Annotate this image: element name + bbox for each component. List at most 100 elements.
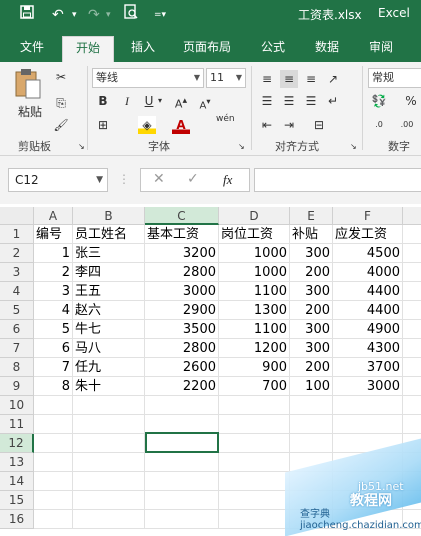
insert-function-button[interactable]: fx [223, 172, 232, 188]
cell[interactable]: 300 [290, 244, 333, 263]
align-center-icon[interactable]: ☰ [280, 92, 298, 110]
cell[interactable]: 1 [34, 244, 73, 263]
cell[interactable]: 100 [290, 377, 333, 396]
column-header-f[interactable]: F [333, 207, 403, 225]
row-header[interactable]: 7 [0, 339, 34, 358]
decrease-decimal-icon[interactable]: .00 [398, 116, 416, 134]
cell[interactable] [403, 244, 421, 263]
cell[interactable]: 朱十 [73, 377, 145, 396]
cell[interactable] [219, 491, 290, 510]
cell[interactable] [403, 377, 421, 396]
cell[interactable]: 300 [290, 320, 333, 339]
save-icon[interactable] [20, 4, 34, 26]
cell[interactable] [73, 434, 145, 453]
cell[interactable] [73, 510, 145, 529]
tab-formulas[interactable]: 公式 [250, 36, 296, 62]
row-header[interactable]: 6 [0, 320, 34, 339]
borders-icon[interactable]: ⊞ [94, 116, 112, 134]
cell[interactable]: 基本工资 [145, 225, 219, 244]
cell[interactable]: 1300 [219, 301, 290, 320]
clipboard-launcher-icon[interactable]: ↘ [78, 142, 85, 151]
cell[interactable] [219, 472, 290, 491]
cell[interactable] [34, 491, 73, 510]
tab-review[interactable]: 审阅 [358, 36, 404, 62]
number-format-select[interactable]: 常规 [368, 68, 421, 88]
cell[interactable]: 1200 [219, 339, 290, 358]
cell[interactable]: 4500 [333, 244, 403, 263]
cell[interactable]: 4900 [333, 320, 403, 339]
cell[interactable] [290, 415, 333, 434]
cell[interactable] [219, 434, 290, 453]
formula-splitter-icon[interactable]: ⋮ [118, 172, 130, 186]
tab-insert[interactable]: 插入 [120, 36, 166, 62]
cell[interactable] [73, 472, 145, 491]
row-header[interactable]: 5 [0, 301, 34, 320]
column-header-b[interactable]: B [73, 207, 145, 225]
cell[interactable]: 2600 [145, 358, 219, 377]
increase-indent-icon[interactable]: ⇥ [280, 116, 298, 134]
cell[interactable] [34, 415, 73, 434]
cell[interactable]: 马八 [73, 339, 145, 358]
font-size-select[interactable]: 11 ▼ [206, 68, 246, 88]
cell[interactable] [290, 396, 333, 415]
cell[interactable]: 200 [290, 358, 333, 377]
cell[interactable]: 3000 [333, 377, 403, 396]
customize-toolbar-icon[interactable]: =▾ [154, 4, 166, 26]
name-box[interactable]: C12 ▼ [8, 168, 108, 192]
cell[interactable] [403, 263, 421, 282]
cell[interactable] [73, 453, 145, 472]
cell[interactable]: 1100 [219, 282, 290, 301]
redo-icon[interactable]: ↷ [88, 4, 100, 26]
copy-icon[interactable]: ⎘ [52, 94, 70, 112]
cell[interactable]: 补贴 [290, 225, 333, 244]
align-bottom-icon[interactable]: ≡ [302, 70, 320, 88]
align-right-icon[interactable]: ☰ [302, 92, 320, 110]
cell[interactable]: 牛七 [73, 320, 145, 339]
row-header[interactable]: 11 [0, 415, 34, 434]
alignment-launcher-icon[interactable]: ↘ [350, 142, 357, 151]
cell[interactable] [290, 434, 333, 453]
cell[interactable]: 1100 [219, 320, 290, 339]
cell[interactable]: 2 [34, 263, 73, 282]
formula-input[interactable] [254, 168, 421, 192]
increase-font-icon[interactable]: A▴ [172, 92, 190, 111]
underline-button[interactable]: U [140, 92, 158, 110]
row-header[interactable]: 4 [0, 282, 34, 301]
cell[interactable] [145, 472, 219, 491]
currency-icon[interactable]: 💱 [370, 92, 388, 110]
cell[interactable]: 5 [34, 320, 73, 339]
cell[interactable]: 3500 [145, 320, 219, 339]
cell[interactable]: 2200 [145, 377, 219, 396]
cell[interactable] [403, 301, 421, 320]
column-header-d[interactable]: D [219, 207, 290, 225]
print-preview-icon[interactable] [124, 4, 138, 26]
decrease-font-icon[interactable]: A▾ [196, 92, 214, 111]
cell[interactable]: 赵六 [73, 301, 145, 320]
font-color-icon[interactable]: A [172, 116, 190, 134]
column-header-g[interactable] [403, 207, 421, 225]
cell[interactable] [34, 472, 73, 491]
cell[interactable]: 岗位工资 [219, 225, 290, 244]
cell[interactable]: 300 [290, 282, 333, 301]
row-header[interactable]: 14 [0, 472, 34, 491]
cell[interactable]: 李四 [73, 263, 145, 282]
cell[interactable]: 4300 [333, 339, 403, 358]
cell[interactable] [219, 510, 290, 529]
align-left-icon[interactable]: ☰ [258, 92, 276, 110]
row-header[interactable]: 12 [0, 434, 34, 453]
cell[interactable] [403, 282, 421, 301]
cut-icon[interactable]: ✂ [52, 68, 70, 86]
cell[interactable]: 1000 [219, 263, 290, 282]
align-top-icon[interactable]: ≡ [258, 70, 276, 88]
font-name-select[interactable]: 等线 ▼ [92, 68, 204, 88]
format-painter-icon[interactable]: 🖌 [52, 116, 70, 134]
cell[interactable]: 200 [290, 263, 333, 282]
cell[interactable]: 王五 [73, 282, 145, 301]
cell[interactable] [403, 415, 421, 434]
tab-home[interactable]: 开始 [62, 36, 114, 62]
font-launcher-icon[interactable]: ↘ [238, 142, 245, 151]
merge-center-icon[interactable]: ⊟ [310, 116, 328, 134]
cell[interactable] [34, 510, 73, 529]
cell[interactable]: 4400 [333, 301, 403, 320]
row-header[interactable]: 1 [0, 225, 34, 244]
